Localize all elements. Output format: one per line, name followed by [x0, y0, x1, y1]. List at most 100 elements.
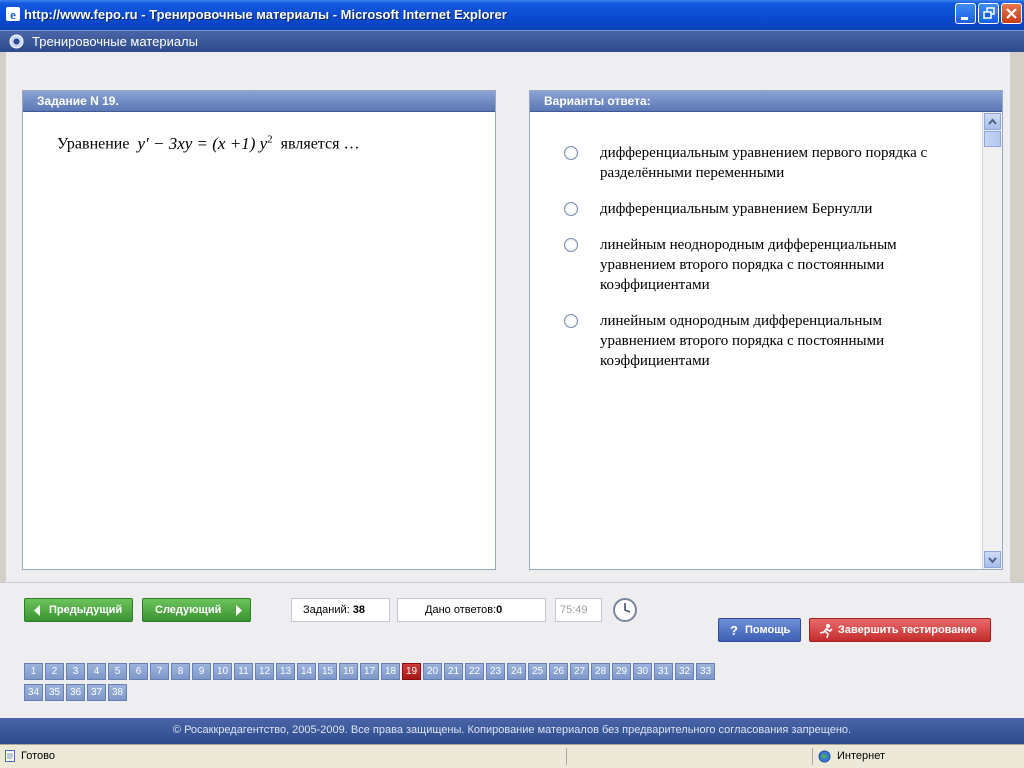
- window-titlebar[interactable]: e http://www.fepo.ru - Тренировочные мат…: [0, 0, 1024, 30]
- app-header: Тренировочные материалы: [0, 30, 1024, 52]
- question-number-button[interactable]: 27: [570, 663, 589, 680]
- question-number-button[interactable]: 4: [87, 663, 106, 680]
- status-text: Готово: [21, 750, 55, 762]
- help-label: Помощь: [745, 624, 791, 636]
- question-number-button[interactable]: 3: [66, 663, 85, 680]
- next-button[interactable]: Следующий: [142, 598, 251, 622]
- question-number-button[interactable]: 18: [381, 663, 400, 680]
- question-number-button[interactable]: 5: [108, 663, 127, 680]
- question-number-button[interactable]: 29: [612, 663, 631, 680]
- question-number-button[interactable]: 26: [549, 663, 568, 680]
- question-prefix: Уравнение: [57, 135, 130, 153]
- question-number-button[interactable]: 36: [66, 684, 85, 701]
- question-number-button[interactable]: 11: [234, 663, 253, 680]
- browser-statusbar: Готово Интернет: [0, 744, 1024, 768]
- timer-value: 75:49: [560, 604, 588, 616]
- answer-radio-2[interactable]: [564, 202, 578, 216]
- question-number-button[interactable]: 23: [486, 663, 505, 680]
- tasks-label: Заданий:: [303, 604, 350, 616]
- help-icon: ?: [730, 623, 738, 637]
- page-icon: [5, 750, 15, 762]
- question-number-button[interactable]: 38: [108, 684, 127, 701]
- scroll-down-button[interactable]: [984, 551, 1001, 568]
- question-number-button[interactable]: 32: [675, 663, 694, 680]
- answer-text-4: линейным однородным дифференциальным ура…: [600, 313, 885, 369]
- runner-icon: [819, 624, 833, 639]
- ie-icon: e: [6, 7, 20, 22]
- window-title: http://www.fepo.ru - Тренировочные матер…: [24, 7, 507, 22]
- scroll-thumb[interactable]: [984, 131, 1001, 147]
- answer-option-3[interactable]: линейным неоднородным дифференциальным у…: [564, 235, 934, 295]
- close-icon: [1006, 8, 1017, 19]
- status-divider: [812, 748, 813, 765]
- answer-options: дифференциальным уравнением первого поря…: [564, 143, 934, 387]
- task-panel: Задание N 19. Уравнение y′ − 3xy = (x +1)…: [22, 90, 496, 570]
- answers-scrollbar[interactable]: [982, 112, 1002, 569]
- timer-box: 75:49: [555, 598, 602, 622]
- question-number-button[interactable]: 1: [24, 663, 43, 680]
- question-number-button[interactable]: 15: [318, 663, 337, 680]
- question-number-button[interactable]: 12: [255, 663, 274, 680]
- question-number-button[interactable]: 37: [87, 684, 106, 701]
- tasks-count-box: Заданий: 38: [291, 598, 390, 622]
- question-number-button[interactable]: 14: [297, 663, 316, 680]
- question-suffix: является …: [280, 135, 360, 153]
- app-logo-icon: [9, 34, 24, 49]
- question-number-button[interactable]: 34: [24, 684, 43, 701]
- question-number-button[interactable]: 30: [633, 663, 652, 680]
- tasks-count: 38: [352, 604, 366, 616]
- question-formula: y′ − 3xy = (x +1) y2: [137, 133, 273, 153]
- question-number-button[interactable]: 22: [465, 663, 484, 680]
- question-number-button[interactable]: 10: [213, 663, 232, 680]
- question-text: Уравнение y′ − 3xy = (x +1) y2 является …: [57, 133, 359, 154]
- question-number-button[interactable]: 35: [45, 684, 64, 701]
- previous-button[interactable]: Предыдущий: [24, 598, 133, 622]
- finish-test-label: Завершить тестирование: [838, 624, 977, 636]
- answered-count-box: Дано ответов:0: [397, 598, 546, 622]
- question-number-button[interactable]: 2: [45, 663, 64, 680]
- next-label: Следующий: [155, 604, 222, 616]
- svg-text:e: e: [10, 7, 16, 22]
- answer-text-1: дифференциальным уравнением первого поря…: [600, 145, 928, 181]
- question-number-button[interactable]: 20: [423, 663, 442, 680]
- answer-radio-1[interactable]: [564, 146, 578, 160]
- question-number-button[interactable]: 6: [129, 663, 148, 680]
- arrow-right-icon: [236, 605, 242, 616]
- answer-option-4[interactable]: линейным однородным дифференциальным ура…: [564, 311, 934, 371]
- formula-power: 2: [267, 133, 273, 145]
- question-number-button[interactable]: 28: [591, 663, 610, 680]
- question-number-button[interactable]: 19: [402, 663, 421, 680]
- close-button[interactable]: [1001, 3, 1022, 24]
- svg-text:?: ?: [730, 623, 738, 637]
- copyright-text: © Росаккредагентство, 2005-2009. Все пра…: [172, 724, 852, 736]
- question-number-button[interactable]: 7: [150, 663, 169, 680]
- clock-icon: [613, 598, 637, 622]
- question-number-button[interactable]: 25: [528, 663, 547, 680]
- question-number-button[interactable]: 8: [171, 663, 190, 680]
- answer-option-1[interactable]: дифференциальным уравнением первого поря…: [564, 143, 934, 183]
- scroll-up-button[interactable]: [984, 113, 1001, 130]
- question-number-button[interactable]: 16: [339, 663, 358, 680]
- question-number-button[interactable]: 13: [276, 663, 295, 680]
- security-zone: Интернет: [837, 750, 885, 762]
- answer-text-3: линейным неоднородным дифференциальным у…: [600, 237, 897, 293]
- answer-radio-3[interactable]: [564, 238, 578, 252]
- answers-panel-header: Варианты ответа:: [530, 91, 1002, 112]
- answer-text-2: дифференциальным уравнением Бернулли: [600, 201, 873, 217]
- maximize-button[interactable]: [978, 3, 999, 24]
- question-number-button[interactable]: 33: [696, 663, 715, 680]
- task-number: Задание N 19.: [37, 94, 119, 108]
- app-title: Тренировочные материалы: [32, 34, 198, 49]
- question-number-button[interactable]: 9: [192, 663, 211, 680]
- question-number-button[interactable]: 31: [654, 663, 673, 680]
- finish-test-button[interactable]: Завершить тестирование: [809, 618, 991, 642]
- question-number-button[interactable]: 17: [360, 663, 379, 680]
- answers-panel: Варианты ответа: дифференциальным уравне…: [529, 90, 1003, 570]
- answer-radio-4[interactable]: [564, 314, 578, 328]
- help-button[interactable]: ? Помощь: [718, 618, 801, 642]
- question-number-button[interactable]: 24: [507, 663, 526, 680]
- question-number-button[interactable]: 21: [444, 663, 463, 680]
- chevron-down-icon: [988, 557, 997, 564]
- minimize-button[interactable]: [955, 3, 976, 24]
- answer-option-2[interactable]: дифференциальным уравнением Бернулли: [564, 199, 934, 219]
